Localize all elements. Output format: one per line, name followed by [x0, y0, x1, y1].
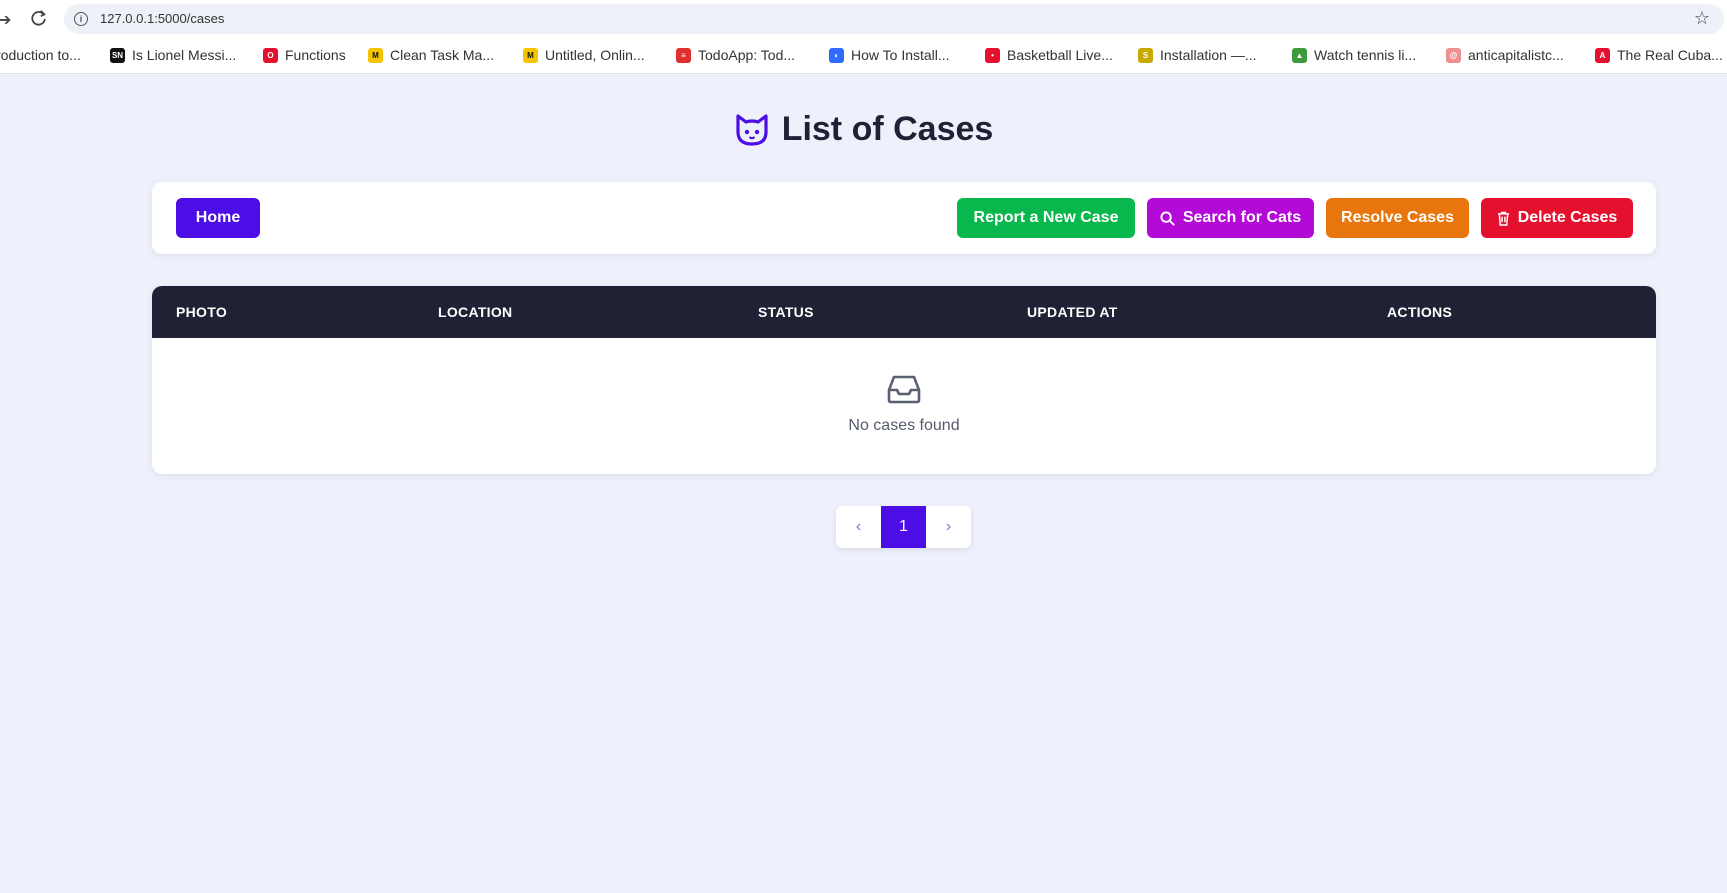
page-title-text: List of Cases	[781, 110, 994, 148]
bookmark-label: Clean Task Ma...	[390, 47, 495, 63]
oracle-icon: O	[263, 47, 278, 63]
search-icon	[1160, 210, 1175, 226]
forward-arrow-icon[interactable]: ➔	[0, 10, 11, 30]
prev-page-button[interactable]: ‹	[836, 506, 881, 548]
bookmark-label: anticapitalistc...	[1468, 47, 1564, 63]
bookmark-item[interactable]: SN Is Lionel Messi...	[110, 47, 236, 63]
sn-icon: SN	[110, 47, 125, 63]
bookmark-label: The Real Cuba...	[1617, 47, 1723, 63]
resolve-button-label: Resolve Cases	[1341, 209, 1454, 226]
table-header: PHOTO LOCATION STATUS UPDATED AT ACTIONS	[152, 286, 1656, 338]
bookmark-item[interactable]: roduction to...	[0, 47, 81, 63]
bookmark-item[interactable]: S Installation —...	[1138, 47, 1257, 63]
url-text[interactable]: 127.0.0.1:5000/cases	[100, 11, 224, 26]
miro-icon: M	[368, 47, 383, 63]
actions-toolbar: Home Report a New Case Search for Cats R…	[152, 182, 1656, 254]
letter-a-icon: A	[1595, 47, 1610, 63]
bookmark-item[interactable]: A The Real Cuba...	[1595, 47, 1723, 63]
page-title: List of Cases	[734, 110, 994, 149]
column-header-updated-at: UPDATED AT	[1027, 304, 1118, 320]
snake-icon: S	[1138, 47, 1153, 63]
bookmark-label: Installation —...	[1160, 47, 1257, 63]
bookmark-item[interactable]: M Clean Task Ma...	[368, 47, 494, 63]
sports-icon: •	[985, 47, 1000, 63]
home-button-label: Home	[195, 209, 241, 226]
bookmark-label: TodoApp: Tod...	[698, 47, 796, 63]
bookmark-item[interactable]: ◐ How To Install...	[829, 47, 950, 63]
bookmark-label: roduction to...	[0, 47, 81, 63]
pagination: ‹ 1 ›	[836, 506, 971, 548]
cases-table: PHOTO LOCATION STATUS UPDATED AT ACTIONS…	[152, 286, 1656, 474]
empty-state: No cases found	[152, 374, 1656, 435]
digitalocean-icon: ◐	[829, 47, 844, 63]
bookmark-item[interactable]: @ anticapitalistc...	[1446, 47, 1564, 63]
search-cats-button[interactable]: Search for Cats	[1147, 198, 1314, 238]
next-page-button[interactable]: ›	[926, 506, 971, 548]
bookmark-label: Basketball Live...	[1007, 47, 1113, 63]
bookmark-item[interactable]: M Untitled, Onlin...	[523, 47, 645, 63]
image-icon: ▲	[1292, 47, 1307, 63]
bookmark-item[interactable]: • Basketball Live...	[985, 47, 1113, 63]
bookmark-star-icon[interactable]: ☆	[1694, 8, 1710, 29]
bookmark-label: Watch tennis li...	[1314, 47, 1417, 63]
report-new-case-button[interactable]: Report a New Case	[957, 198, 1135, 238]
reload-icon[interactable]	[30, 9, 48, 27]
delete-button-label: Delete Cases	[1517, 209, 1618, 226]
bookmarks-bar: roduction to... SN Is Lionel Messi... O Func…	[0, 38, 1727, 74]
bookmark-label: Is Lionel Messi...	[132, 47, 237, 63]
browser-toolbar: ➔ i 127.0.0.1:5000/cases ☆	[0, 0, 1727, 38]
column-header-photo: PHOTO	[176, 304, 228, 320]
resolve-cases-button[interactable]: Resolve Cases	[1326, 198, 1469, 238]
bookmark-label: How To Install...	[851, 47, 950, 63]
column-header-actions: ACTIONS	[1387, 304, 1453, 320]
todoist-icon: ≡	[676, 47, 691, 63]
report-button-label: Report a New Case	[973, 209, 1119, 226]
page-header: List of Cases	[0, 110, 1727, 153]
inbox-icon	[887, 375, 921, 404]
delete-cases-button[interactable]: Delete Cases	[1481, 198, 1633, 238]
bookmark-item[interactable]: O Functions	[263, 47, 346, 63]
site-info-icon[interactable]: i	[74, 12, 88, 26]
bookmark-item[interactable]: ▲ Watch tennis li...	[1292, 47, 1416, 63]
swirl-icon: @	[1446, 47, 1461, 63]
miro-icon: M	[523, 47, 538, 63]
address-bar[interactable]: i 127.0.0.1:5000/cases ☆	[64, 4, 1724, 34]
home-button[interactable]: Home	[176, 198, 260, 238]
cat-icon	[736, 113, 768, 146]
bookmark-label: Untitled, Onlin...	[545, 47, 645, 63]
trash-icon	[1497, 211, 1509, 226]
bookmark-item[interactable]: ≡ TodoApp: Tod...	[676, 47, 795, 63]
search-button-label: Search for Cats	[1182, 209, 1302, 226]
empty-state-text: No cases found	[848, 417, 960, 434]
column-header-status: STATUS	[758, 304, 814, 320]
bookmark-label: Functions	[285, 47, 346, 63]
column-header-location: LOCATION	[438, 304, 513, 320]
page-1-button[interactable]: 1	[881, 506, 926, 548]
